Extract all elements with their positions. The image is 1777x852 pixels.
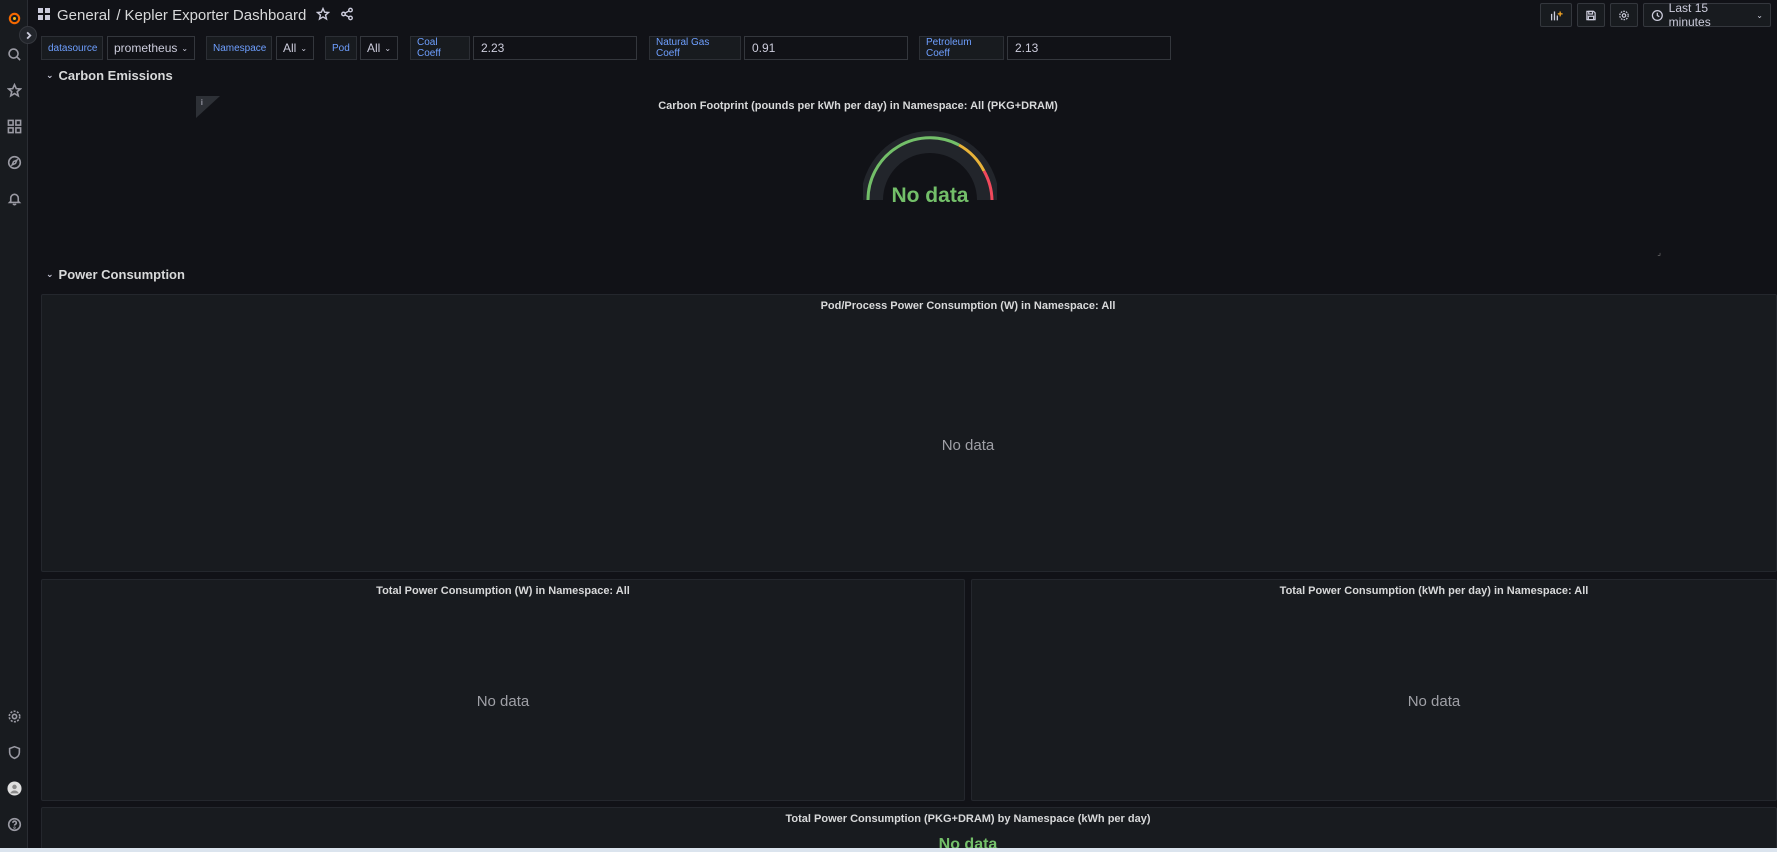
total-power-kwh-panel[interactable]: Total Power Consumption (kWh per day) in…	[971, 579, 1777, 801]
no-data-text: No data	[1407, 693, 1461, 710]
row-power-consumption[interactable]: ⌄ Power Consumption	[46, 267, 185, 282]
carbon-footprint-gauge-panel[interactable]: Carbon Footprint (pounds per kWh per day…	[41, 90, 1675, 258]
row-title: Carbon Emissions	[58, 68, 173, 83]
save-dashboard-button[interactable]	[1577, 3, 1605, 27]
clock-icon	[1651, 9, 1663, 21]
pod-label: Pod	[325, 36, 357, 60]
dashboards-grid-icon[interactable]	[0, 114, 28, 138]
panel-title: Pod/Process Power Consumption (W) in Nam…	[820, 300, 1116, 312]
panel-title: Total Power Consumption (PKG+DRAM) by Na…	[785, 813, 1151, 825]
expand-sidebar-button[interactable]	[19, 26, 37, 44]
share-icon[interactable]	[340, 7, 354, 24]
variables-bar: datasource prometheus ⌄ Namespace All ⌄ …	[41, 36, 1777, 60]
datasource-label: datasource	[41, 36, 103, 60]
sidebar	[0, 0, 28, 852]
add-panel-icon	[1550, 10, 1563, 20]
panel-title: Total Power Consumption (W) in Namespace…	[376, 585, 630, 597]
datasource-select[interactable]: prometheus ⌄	[107, 36, 195, 60]
save-icon	[1586, 10, 1596, 20]
time-range-label: Last 15 minutes	[1668, 1, 1711, 29]
add-panel-button[interactable]	[1540, 3, 1572, 27]
panel-title: Carbon Footprint (pounds per kWh per day…	[658, 100, 1058, 112]
total-power-w-panel[interactable]: Total Power Consumption (W) in Namespace…	[41, 579, 965, 801]
chevron-down-icon: ⌄	[181, 43, 189, 53]
resize-handle-icon[interactable]: ⌟	[1657, 248, 1661, 257]
shield-icon[interactable]	[0, 740, 28, 764]
chevron-down-icon: ⌄	[384, 43, 392, 53]
no-data-text: No data	[941, 437, 995, 454]
top-bar: General / Kepler Exporter Dashboard Last…	[38, 0, 1777, 30]
chevron-right-icon	[26, 31, 32, 39]
toolbar: Last 15 minutes ⌄	[1540, 1, 1771, 29]
pod-select[interactable]: All ⌄	[360, 36, 398, 60]
search-icon[interactable]	[0, 42, 28, 66]
namespace-select[interactable]: All ⌄	[276, 36, 314, 60]
chevron-down-icon: ⌄	[46, 70, 54, 80]
chevron-down-icon: ⌄	[46, 269, 54, 279]
row-carbon-emissions[interactable]: ⌄ Carbon Emissions	[46, 68, 173, 83]
dashboards-grid-icon	[38, 7, 57, 24]
dashboard-title[interactable]: Kepler Exporter Dashboard	[125, 7, 307, 24]
breadcrumb-folder[interactable]: General	[57, 7, 110, 24]
gear-icon	[1619, 10, 1629, 20]
gauge-value: No data	[891, 184, 969, 207]
pod-process-power-panel[interactable]: Pod/Process Power Consumption (W) in Nam…	[41, 294, 1777, 572]
petroleum-coeff-input[interactable]	[1007, 36, 1171, 60]
status-bar	[0, 848, 1777, 852]
datasource-value: prometheus	[114, 41, 178, 55]
time-picker-button[interactable]: Last 15 minutes ⌄	[1643, 1, 1771, 29]
bell-icon[interactable]	[0, 186, 28, 210]
namespace-label: Namespace	[206, 36, 272, 60]
petroleum-coeff-label: Petroleum Coeff	[919, 36, 1004, 60]
power-by-namespace-panel[interactable]: Total Power Consumption (PKG+DRAM) by Na…	[41, 807, 1777, 852]
panel-title: Total Power Consumption (kWh per day) in…	[1279, 585, 1589, 597]
chevron-down-icon: ⌄	[300, 43, 308, 53]
star-icon[interactable]	[0, 78, 28, 102]
natural-gas-coeff-input[interactable]	[744, 36, 908, 60]
mark-favorite-star-icon[interactable]	[316, 6, 331, 24]
pod-value: All	[367, 41, 381, 55]
row-title: Power Consumption	[58, 267, 185, 282]
natural-gas-coeff-label: Natural Gas Coeff	[649, 36, 741, 60]
dashboard-settings-button[interactable]	[1610, 3, 1638, 27]
namespace-value: All	[283, 41, 297, 55]
compass-icon[interactable]	[0, 150, 28, 174]
chevron-down-icon: ⌄	[1756, 10, 1763, 20]
coal-coeff-label: Coal Coeff	[410, 36, 470, 60]
no-data-text: No data	[476, 693, 530, 710]
gear-icon[interactable]	[0, 704, 28, 728]
avatar-icon[interactable]	[0, 776, 28, 800]
breadcrumb-separator: /	[116, 6, 121, 24]
help-icon[interactable]	[0, 812, 28, 836]
breadcrumb: General / Kepler Exporter Dashboard	[38, 7, 306, 24]
coal-coeff-input[interactable]	[473, 36, 637, 60]
